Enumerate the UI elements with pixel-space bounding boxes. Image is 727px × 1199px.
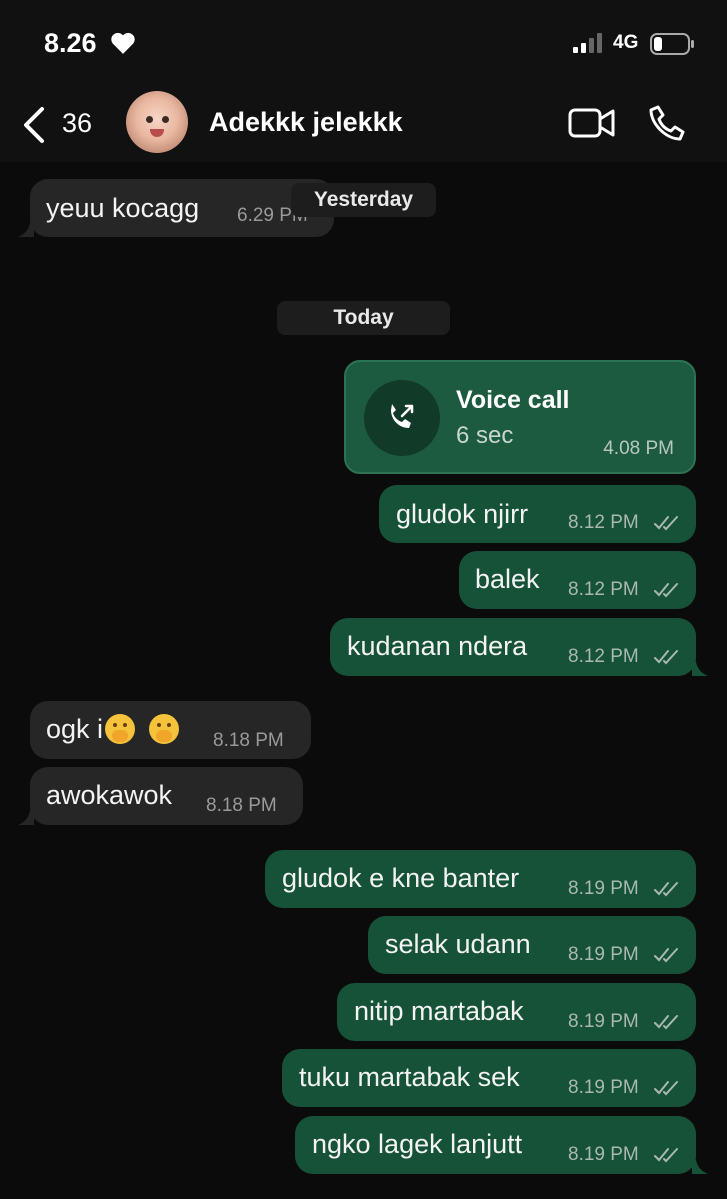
back-chevron-icon[interactable] bbox=[20, 106, 48, 144]
read-ticks-icon bbox=[654, 583, 678, 598]
message-text: tuku martabak sek bbox=[299, 1062, 520, 1092]
network-type: 4G bbox=[613, 32, 639, 53]
read-ticks-icon bbox=[654, 516, 678, 531]
message-outgoing[interactable]: ngko lagek lanjutt 8.19 PM bbox=[295, 1116, 696, 1174]
message-time: 8.12 PM bbox=[568, 579, 639, 600]
date-divider-yesterday: Yesterday bbox=[291, 183, 436, 217]
read-ticks-icon bbox=[654, 1148, 678, 1163]
message-time: 8.12 PM bbox=[568, 512, 639, 533]
bubble-tail bbox=[18, 223, 34, 237]
unread-count[interactable]: 36 bbox=[62, 108, 92, 139]
read-ticks-icon bbox=[654, 650, 678, 665]
message-time: 8.19 PM bbox=[568, 878, 639, 899]
bubble-tail bbox=[692, 1160, 708, 1174]
status-time: 8.26 bbox=[44, 28, 97, 58]
message-outgoing[interactable]: balek 8.12 PM bbox=[459, 551, 696, 609]
message-text: ngko lagek lanjutt bbox=[312, 1129, 523, 1159]
signal-icon bbox=[573, 33, 605, 53]
call-title: Voice call bbox=[456, 386, 570, 414]
call-duration: 6 sec bbox=[456, 422, 514, 449]
message-outgoing[interactable]: gludok e kne banter 8.19 PM bbox=[265, 850, 696, 908]
avatar[interactable] bbox=[126, 91, 188, 153]
message-text: selak udann bbox=[385, 929, 531, 959]
message-text: balek bbox=[475, 564, 540, 594]
read-ticks-icon bbox=[654, 1081, 678, 1096]
message-time: 8.19 PM bbox=[568, 1011, 639, 1032]
message-time: 8.12 PM bbox=[568, 646, 639, 667]
hand-over-mouth-emoji-icon bbox=[105, 714, 136, 744]
message-text: gludok e kne banter bbox=[282, 863, 520, 893]
message-incoming[interactable]: ogk i 8.18 PM bbox=[30, 701, 311, 759]
message-time: 8.19 PM bbox=[568, 1077, 639, 1098]
message-text: gludok njirr bbox=[396, 499, 529, 529]
heart-icon bbox=[111, 32, 135, 54]
chat-header: 36 Adekkk jelekkk bbox=[0, 88, 727, 162]
message-text: awokawok bbox=[46, 780, 173, 810]
voice-call-message[interactable]: Voice call 6 sec 4.08 PM bbox=[344, 360, 696, 474]
call-time: 4.08 PM bbox=[603, 438, 674, 459]
video-call-icon[interactable] bbox=[568, 106, 616, 140]
date-divider-today: Today bbox=[277, 301, 450, 335]
message-text: nitip martabak bbox=[354, 996, 524, 1026]
read-ticks-icon bbox=[654, 882, 678, 897]
message-outgoing[interactable]: tuku martabak sek 8.19 PM bbox=[282, 1049, 696, 1107]
outgoing-call-icon bbox=[391, 404, 414, 428]
message-outgoing[interactable]: nitip martabak 8.19 PM bbox=[337, 983, 696, 1041]
call-icon-circle bbox=[364, 380, 440, 456]
contact-name[interactable]: Adekkk jelekkk bbox=[209, 107, 403, 138]
hand-over-mouth-emoji-icon bbox=[148, 714, 179, 744]
message-text: ogk i bbox=[46, 714, 179, 745]
message-text: kudanan ndera bbox=[347, 631, 528, 661]
read-ticks-icon bbox=[654, 948, 678, 963]
status-bar: 8.26 4G bbox=[0, 0, 727, 88]
battery-icon bbox=[650, 33, 694, 55]
message-outgoing[interactable]: gludok njirr 8.12 PM bbox=[379, 485, 696, 543]
message-incoming[interactable]: yeuu kocagg 6.29 PM bbox=[30, 179, 334, 237]
message-outgoing[interactable]: selak udann 8.19 PM bbox=[368, 916, 696, 974]
bubble-tail bbox=[18, 811, 34, 825]
message-time: 8.19 PM bbox=[568, 944, 639, 965]
message-text: yeuu kocagg bbox=[46, 193, 200, 223]
message-incoming[interactable]: awokawok 8.18 PM bbox=[30, 767, 303, 825]
message-time: 8.19 PM bbox=[568, 1144, 639, 1165]
message-time: 8.18 PM bbox=[213, 730, 284, 751]
message-outgoing[interactable]: kudanan ndera 8.12 PM bbox=[330, 618, 696, 676]
message-time: 8.18 PM bbox=[206, 795, 277, 816]
bubble-tail bbox=[692, 662, 708, 676]
phone-call-icon[interactable] bbox=[648, 104, 686, 142]
read-ticks-icon bbox=[654, 1015, 678, 1030]
